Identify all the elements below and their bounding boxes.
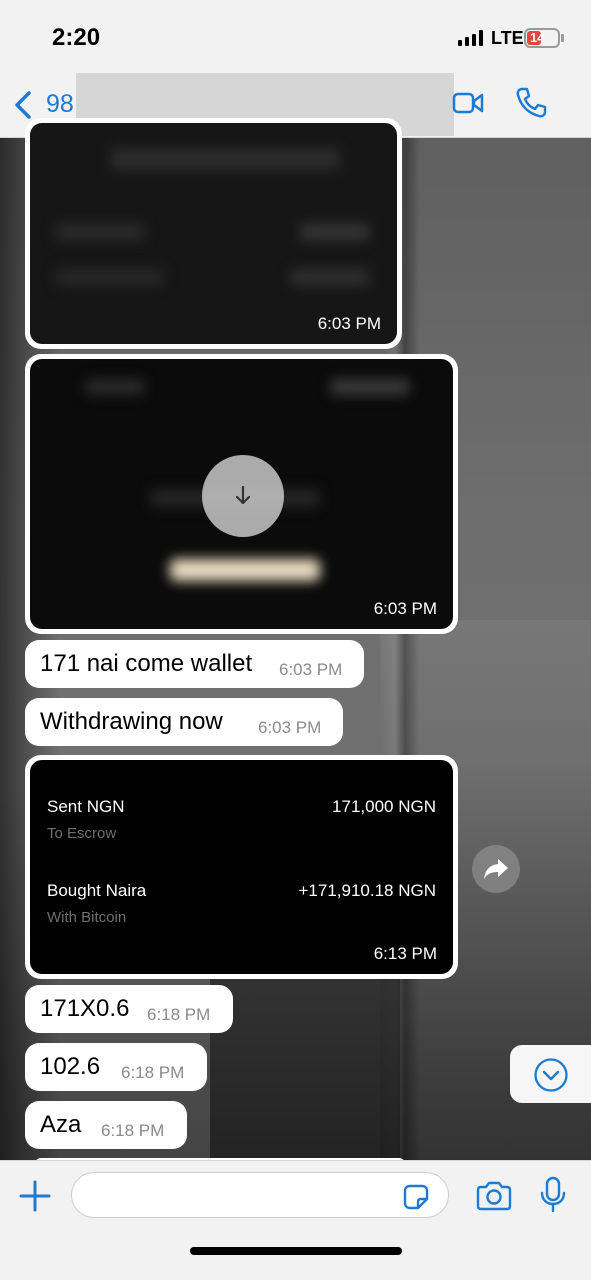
microphone-icon[interactable] xyxy=(540,1176,566,1214)
message-time: 6:03 PM xyxy=(373,599,437,618)
message-time: 6:18 PM xyxy=(101,1121,165,1140)
image-thumbnail[interactable]: 6:03 PM xyxy=(30,123,397,344)
back-unread-count[interactable]: 98 xyxy=(46,90,74,119)
forward-icon xyxy=(484,859,508,879)
status-time: 2:20 xyxy=(52,24,101,51)
receipt-sublabel: To Escrow xyxy=(47,825,117,842)
image-message[interactable]: 6:03 PM xyxy=(25,118,402,349)
message-text: Aza xyxy=(40,1111,82,1138)
message-bubble[interactable]: 171X0.6 6:18 PM xyxy=(25,985,233,1033)
message-text: 171X0.6 xyxy=(40,995,130,1022)
download-button[interactable] xyxy=(202,455,284,537)
message-bubble[interactable]: 171 nai come wallet 6:03 PM xyxy=(25,640,364,688)
home-indicator[interactable] xyxy=(190,1247,402,1255)
sticker-icon[interactable] xyxy=(401,1182,431,1212)
chevron-left-icon[interactable] xyxy=(12,90,34,120)
message-text: Withdrawing now xyxy=(40,708,223,735)
message-composer xyxy=(0,1160,591,1280)
receipt-card[interactable]: Sent NGN 171,000 NGN To Escrow Bought Na… xyxy=(30,760,453,974)
battery-nub xyxy=(561,34,564,42)
receipt-label: Sent NGN xyxy=(47,797,125,816)
download-icon xyxy=(235,485,251,505)
transaction-receipt-message[interactable]: Sent NGN 171,000 NGN To Escrow Bought Na… xyxy=(25,755,458,979)
receipt-amount: 171,000 NGN xyxy=(332,797,436,816)
message-bubble[interactable]: Withdrawing now 6:03 PM xyxy=(25,698,343,746)
network-label: LTE xyxy=(491,28,524,48)
message-time: 6:03 PM xyxy=(258,718,322,737)
message-bubble[interactable]: 102.6 6:18 PM xyxy=(25,1043,207,1091)
plus-icon[interactable] xyxy=(18,1179,52,1213)
scroll-to-bottom-button[interactable] xyxy=(510,1045,591,1103)
battery-icon: 14 xyxy=(524,28,560,48)
message-time: 6:03 PM xyxy=(317,314,381,333)
signal-icon xyxy=(458,30,484,46)
message-time: 6:03 PM xyxy=(279,660,343,679)
battery-level: 14 xyxy=(530,30,545,45)
message-time: 6:18 PM xyxy=(147,1005,211,1024)
message-text: 171 nai come wallet xyxy=(40,650,253,677)
wallpaper-door xyxy=(210,970,400,1170)
chevron-down-circle-icon xyxy=(534,1058,568,1092)
forward-button[interactable] xyxy=(472,845,520,893)
image-thumbnail[interactable]: 6:03 PM xyxy=(30,359,453,629)
image-message[interactable]: 6:03 PM xyxy=(25,354,458,634)
message-time: 6:13 PM xyxy=(373,944,437,963)
receipt-amount: +171,910.18 NGN xyxy=(298,881,436,900)
receipt-sublabel: With Bitcoin xyxy=(47,909,127,926)
phone-icon[interactable] xyxy=(514,86,548,120)
video-call-icon[interactable] xyxy=(452,90,484,116)
receipt-label: Bought Naira xyxy=(47,881,147,900)
message-time: 6:18 PM xyxy=(121,1063,185,1082)
message-input[interactable] xyxy=(71,1172,449,1218)
camera-icon[interactable] xyxy=(475,1180,513,1212)
message-bubble[interactable]: Aza 6:18 PM xyxy=(25,1101,187,1149)
message-text: 102.6 xyxy=(40,1053,101,1080)
